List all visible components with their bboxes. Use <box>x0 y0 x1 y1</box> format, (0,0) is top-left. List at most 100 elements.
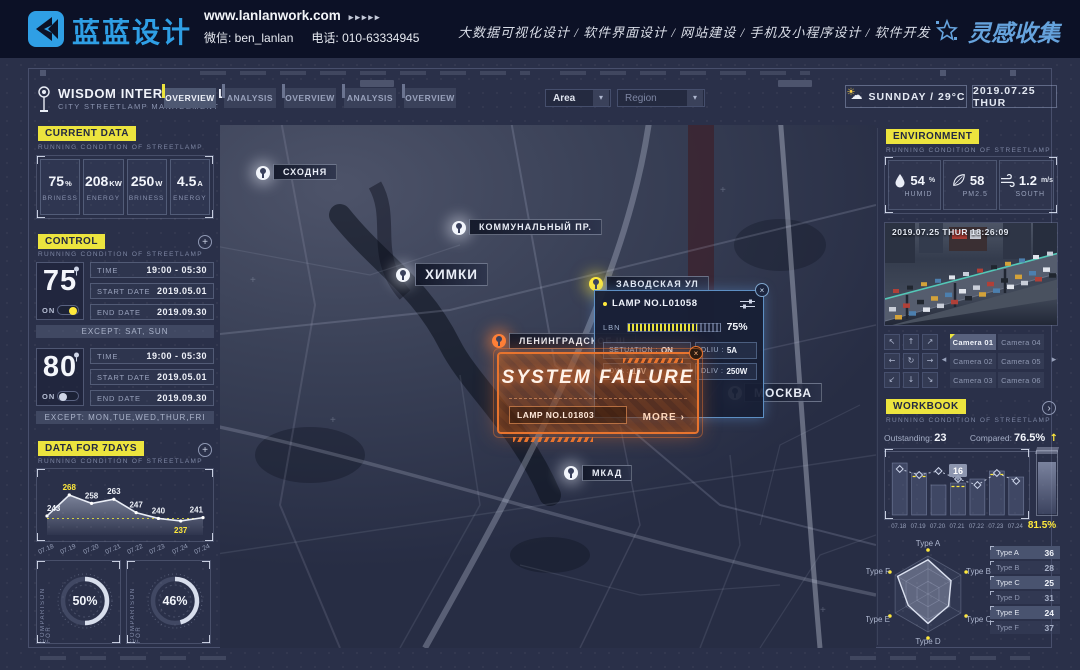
end-date-row[interactable]: END DATE2019.09.30 <box>90 304 214 320</box>
tab-analysis-2[interactable]: ANALYSIS <box>344 88 396 108</box>
gauge-value: 50% <box>55 571 115 631</box>
map-pin-mkad[interactable] <box>564 466 578 480</box>
up-arrow-icon: ↑ <box>1050 433 1058 444</box>
deco-strip <box>850 656 1030 660</box>
map-pin-khimki[interactable] <box>396 268 410 282</box>
legend-row-type-c[interactable]: Type C25 <box>990 576 1060 589</box>
svg-text:Type A: Type A <box>916 539 941 548</box>
except-bar: EXCEPT: SAT, SUN <box>36 325 214 338</box>
camera-button[interactable]: Camera 04 <box>998 334 1044 350</box>
svg-text:Type B: Type B <box>966 567 991 576</box>
reset-view-button[interactable]: ↻ <box>903 353 919 369</box>
droplet-icon <box>894 173 906 188</box>
legend-row-type-d[interactable]: Type D31 <box>990 591 1060 604</box>
stat-energy-amp: 4.5A ENERGY <box>170 159 210 215</box>
seven-days-chart: 243268258263247240237241 <box>36 468 214 542</box>
camera-list-prev-button[interactable]: ◂ <box>939 351 949 369</box>
region-select[interactable]: Region ▾ <box>617 89 705 107</box>
svg-text:243: 243 <box>47 504 61 513</box>
environment-title: ENVIRONMENT <box>886 129 979 144</box>
legend-row-type-f[interactable]: Type F37 <box>990 621 1060 634</box>
legend-row-type-e[interactable]: Type E24 <box>990 606 1060 619</box>
svg-text:263: 263 <box>107 487 121 496</box>
close-icon[interactable]: × <box>755 283 769 297</box>
pan-right-button[interactable]: → <box>922 353 938 369</box>
page: 蓝蓝设计 www.lanlanwork.com▸▸▸▸▸ 微信: ben_lan… <box>0 0 1080 670</box>
legend-row-type-a[interactable]: Type A36 <box>990 546 1060 559</box>
schedule-toggle[interactable] <box>57 305 79 315</box>
tab-overview-2[interactable]: OVERVIEW <box>284 88 336 108</box>
close-icon[interactable]: × <box>689 346 703 360</box>
pan-down-left-button[interactable]: ↙ <box>884 372 900 388</box>
pan-down-button[interactable]: ↓ <box>903 372 919 388</box>
sliders-icon[interactable] <box>740 299 755 309</box>
site-meta: www.lanlanwork.com▸▸▸▸▸ 微信: ben_lanlan电话… <box>204 8 419 46</box>
current-cell: DLIU :5A <box>695 342 757 359</box>
status-dot <box>603 302 607 306</box>
schedule-toggle[interactable] <box>57 391 79 401</box>
seven-days-add-button[interactable]: + <box>198 443 212 457</box>
brightness-bar[interactable] <box>627 323 721 332</box>
humidity-stat: 54% HUMID <box>888 160 941 210</box>
radar-chart: Type AType BType CType DType EType F <box>866 536 996 648</box>
camera-button[interactable]: Camera 02 <box>950 353 996 369</box>
arrows-decoration-icon: ▸▸▸▸▸ <box>349 12 382 22</box>
website-link[interactable]: www.lanlanwork.com <box>204 8 341 23</box>
control-title: CONTROL <box>38 234 105 249</box>
time-row[interactable]: TIME19:00 - 05:30 <box>90 348 214 364</box>
camera-button[interactable]: Camera 05 <box>998 353 1044 369</box>
brightness-level: 80 <box>37 351 83 384</box>
camera-video-feed[interactable] <box>884 222 1058 326</box>
map-label[interactable]: СХОДНЯ <box>273 164 337 180</box>
svg-text:241: 241 <box>190 506 204 515</box>
area-select[interactable]: Area ▾ <box>545 89 611 107</box>
end-date-row[interactable]: END DATE2019.09.30 <box>90 390 214 406</box>
lbn-value: 75% <box>727 321 748 333</box>
start-date-row[interactable]: START DATE2019.05.01 <box>90 283 214 299</box>
start-date-row[interactable]: START DATE2019.05.01 <box>90 369 214 385</box>
more-button[interactable]: MORE› <box>643 412 685 423</box>
svg-text:240: 240 <box>152 506 166 515</box>
camera-list: Camera 01 Camera 04 Camera 02 Camera 05 … <box>950 334 1044 388</box>
deco-chip <box>778 80 812 87</box>
pan-up-button[interactable]: ↑ <box>903 334 919 350</box>
time-row[interactable]: TIME19:00 - 05:30 <box>90 262 214 278</box>
map-pin-kommunalny[interactable] <box>452 221 466 235</box>
workbook-expand-button[interactable]: › <box>1042 401 1056 415</box>
collect-button[interactable]: 灵感收集 <box>934 14 1060 48</box>
svg-text:237: 237 <box>174 526 188 535</box>
camera-button[interactable]: Camera 06 <box>998 372 1044 388</box>
pan-up-right-button[interactable]: ↗ <box>922 334 938 350</box>
tab-overview-1[interactable]: OVERVIEW <box>164 88 216 108</box>
map-plus-mark: + <box>250 275 256 286</box>
camera-dpad: ↖ ↑ ↗ ← ↻ → ↙ ↓ ↘ <box>884 334 938 388</box>
pan-down-right-button[interactable]: ↘ <box>922 372 938 388</box>
gauge-label: COMPARISON FOR <box>40 569 52 643</box>
map-pin-leningradskoe[interactable] <box>492 334 506 348</box>
camera-scene <box>885 223 1058 326</box>
on-label: ON <box>42 306 55 315</box>
schedule-level-box: 80 ON <box>36 348 84 406</box>
map-label[interactable]: МКАД <box>582 465 632 481</box>
map-label[interactable]: ХИМКИ <box>415 263 488 286</box>
svg-text:Type F: Type F <box>866 567 890 576</box>
tab-overview-3[interactable]: OVERVIEW <box>404 88 456 108</box>
site-header: 蓝蓝设计 www.lanlanwork.com▸▸▸▸▸ 微信: ben_lan… <box>0 0 1080 58</box>
pan-up-left-button[interactable]: ↖ <box>884 334 900 350</box>
tab-analysis-1[interactable]: ANALYSIS <box>224 88 276 108</box>
comparison-gauge-1: COMPARISON FOR 50% <box>36 560 121 644</box>
current-data-subtitle: RUNNING CONDITION OF STREETLAMP <box>38 144 203 151</box>
svg-text:Type E: Type E <box>866 615 890 624</box>
pan-left-button[interactable]: ← <box>884 353 900 369</box>
legend-row-type-b[interactable]: Type B28 <box>990 561 1060 574</box>
camera-list-next-button[interactable]: ▸ <box>1049 351 1059 369</box>
map-pin-zavodskaya[interactable] <box>589 277 603 291</box>
sun-cloud-icon: ☀☁ <box>847 90 863 104</box>
camera-button[interactable]: Camera 03 <box>950 372 996 388</box>
camera-button[interactable]: Camera 01 <box>950 334 996 350</box>
control-add-button[interactable]: + <box>198 235 212 249</box>
current-data-title: CURRENT DATA <box>38 126 136 141</box>
map-pin-skhodnya[interactable] <box>256 166 270 180</box>
map-label[interactable]: КОММУНАЛЬНЫЙ ПР. <box>469 219 602 235</box>
stat-briness-watt: 250W BRINESS <box>127 159 167 215</box>
